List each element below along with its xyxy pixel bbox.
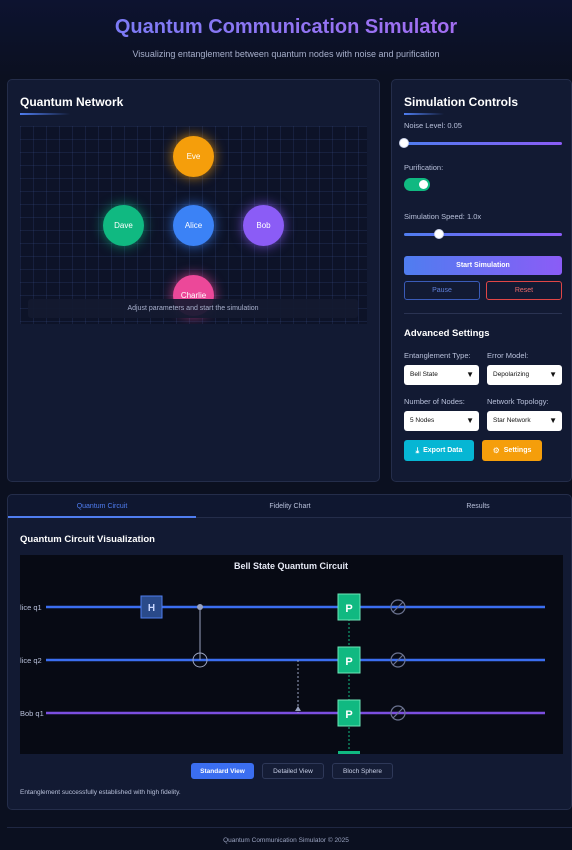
error-model-label: Error Model: <box>487 351 529 360</box>
tab-results[interactable]: Results <box>384 495 572 518</box>
circuit-panel: Quantum Circuit Fidelity Chart Results Q… <box>7 494 572 810</box>
tab-fidelity-chart[interactable]: Fidelity Chart <box>196 495 384 518</box>
divider <box>404 313 562 314</box>
arrow-icon <box>295 706 301 711</box>
circuit-status: Entanglement successfully established wi… <box>20 789 181 796</box>
settings-label: Settings <box>503 447 532 454</box>
node-eve[interactable]: Eve <box>173 136 214 177</box>
dropdown-arrow-icon: ▼ <box>466 416 474 425</box>
toggle-knob <box>419 180 428 189</box>
page-title: Quantum Communication Simulator <box>0 16 572 39</box>
topology-select[interactable]: Star Network ▼ <box>487 411 562 431</box>
select-value: Depolarizing <box>493 371 530 378</box>
gate-label: P <box>345 709 352 721</box>
topology-label: Network Topology: <box>487 397 549 406</box>
select-value: Bell State <box>410 371 438 378</box>
settings-button[interactable]: ⚙ Settings <box>482 440 542 461</box>
slider-track <box>404 142 562 145</box>
slider-thumb[interactable] <box>433 229 444 239</box>
noise-slider[interactable] <box>399 137 562 149</box>
node-dave[interactable]: Dave <box>103 205 144 246</box>
export-data-button[interactable]: ⤓ Export Data <box>404 440 474 461</box>
noise-label: Noise Level: 0.05 <box>404 121 462 130</box>
select-value: Star Network <box>493 417 531 424</box>
export-label: Export Data <box>423 447 463 454</box>
gear-icon: ⚙ <box>492 446 500 455</box>
circuit-canvas: Bell State Quantum Circuit lice q1 lice … <box>20 555 563 754</box>
purification-label: Purification: <box>404 163 444 172</box>
gate-label: P <box>345 603 352 615</box>
control-dot <box>197 604 203 610</box>
circuit-title: Quantum Circuit Visualization <box>20 534 155 545</box>
footer-divider <box>7 827 572 828</box>
slider-thumb[interactable] <box>399 138 409 148</box>
gate-label: P <box>345 656 352 668</box>
qubit-label: lice q1 <box>20 603 42 612</box>
page-subtitle: Visualizing entanglement between quantum… <box>132 49 440 59</box>
bloch-sphere-button[interactable]: Bloch Sphere <box>332 763 393 779</box>
tab-bar: Quantum Circuit Fidelity Chart Results <box>8 495 571 518</box>
qubit-label: Bob q1 <box>20 709 44 718</box>
start-simulation-button[interactable]: Start Simulation <box>404 256 562 275</box>
network-title: Quantum Network <box>20 95 124 109</box>
dropdown-arrow-icon: ▼ <box>549 370 557 379</box>
controls-panel: Simulation Controls Noise Level: 0.05 Pu… <box>391 79 572 482</box>
detailed-view-button[interactable]: Detailed View <box>262 763 324 779</box>
download-icon: ⤓ <box>415 445 420 455</box>
footer-text: Quantum Communication Simulator © 2025 <box>223 837 349 844</box>
dropdown-arrow-icon: ▼ <box>549 416 557 425</box>
dropdown-arrow-icon: ▼ <box>466 370 474 379</box>
pause-button[interactable]: Pause <box>404 281 480 300</box>
speed-label: Simulation Speed: 1.0x <box>404 212 482 221</box>
select-value: 5 Nodes <box>410 417 435 424</box>
network-panel: Quantum Network Eve Dave Alice Bob Charl… <box>7 79 380 482</box>
error-model-select[interactable]: Depolarizing ▼ <box>487 365 562 385</box>
slider-track <box>404 233 562 236</box>
num-nodes-select[interactable]: 5 Nodes ▼ <box>404 411 479 431</box>
title-underline <box>404 113 444 115</box>
network-status: Adjust parameters and start the simulati… <box>28 299 358 318</box>
standard-view-button[interactable]: Standard View <box>191 763 254 779</box>
controls-title: Simulation Controls <box>404 95 518 109</box>
network-canvas[interactable]: Eve Dave Alice Bob Charlie Adjust parame… <box>20 126 367 324</box>
node-bob[interactable]: Bob <box>243 205 284 246</box>
title-underline <box>20 113 70 115</box>
num-nodes-label: Number of Nodes: <box>404 397 465 406</box>
advanced-settings-title: Advanced Settings <box>404 328 490 339</box>
speed-slider[interactable] <box>404 228 562 240</box>
entanglement-type-label: Entanglement Type: <box>404 351 471 360</box>
qubit-label: lice q2 <box>20 656 42 665</box>
page-header: Quantum Communication Simulator Visualiz… <box>0 0 572 78</box>
entanglement-type-select[interactable]: Bell State ▼ <box>404 365 479 385</box>
tab-quantum-circuit[interactable]: Quantum Circuit <box>8 495 196 518</box>
node-alice[interactable]: Alice <box>173 205 214 246</box>
p-gate <box>338 751 360 754</box>
purification-toggle[interactable] <box>404 178 430 191</box>
circuit-canvas-title: Bell State Quantum Circuit <box>234 561 348 571</box>
reset-button[interactable]: Reset <box>486 281 562 300</box>
gate-label: H <box>148 603 155 614</box>
